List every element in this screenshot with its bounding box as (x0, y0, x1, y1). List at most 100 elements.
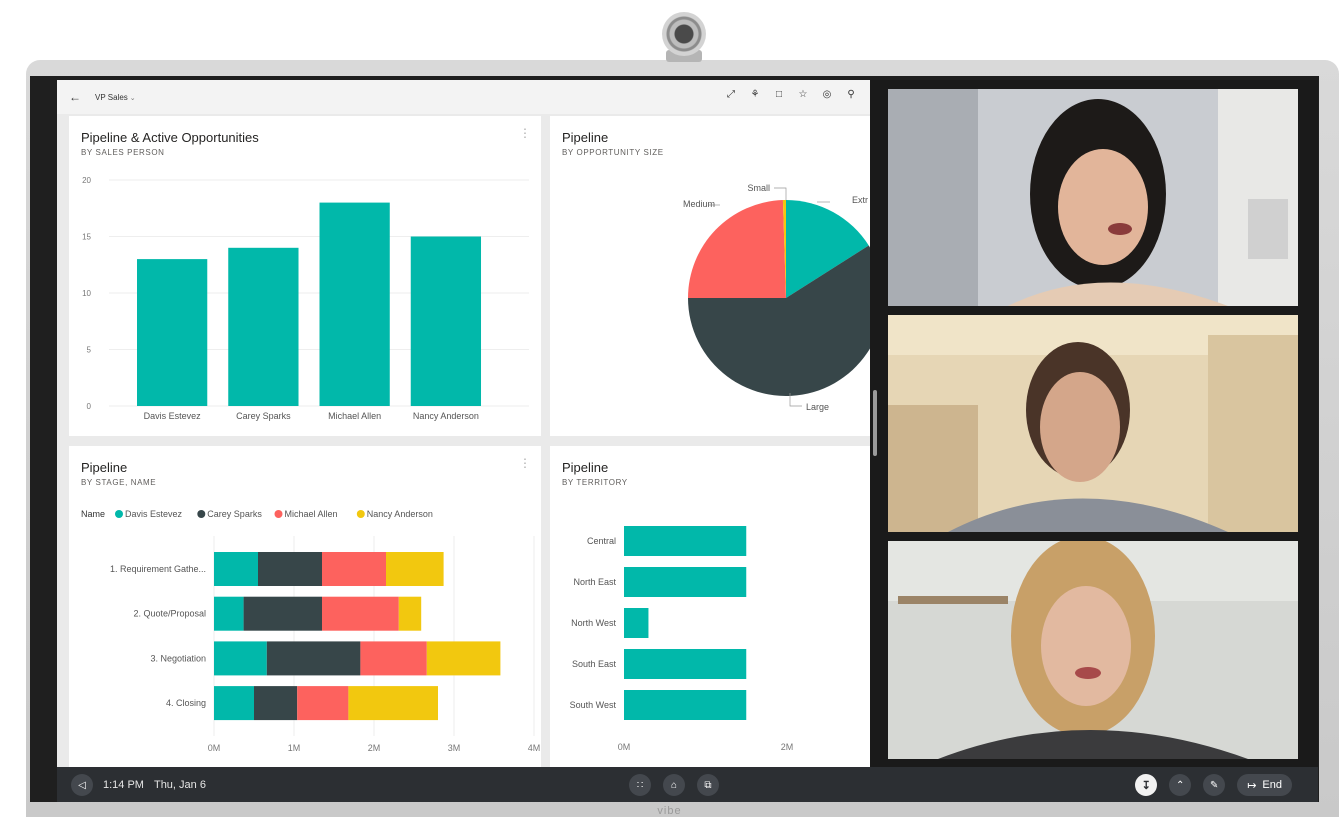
y-tick-label: North West (571, 618, 616, 628)
camera-icon (662, 12, 706, 56)
legend-title: Name (81, 509, 105, 519)
legend-swatch (274, 510, 283, 518)
home-icon[interactable]: ⌂ (663, 774, 685, 796)
bar-segment (426, 641, 501, 676)
participant-3-image (888, 541, 1298, 759)
x-tick-label: Carey Sparks (236, 411, 291, 421)
y-tick-label: North East (573, 577, 616, 587)
bar (624, 567, 747, 597)
x-tick-label: Michael Allen (328, 411, 381, 421)
bar (624, 690, 747, 720)
participant-video-2[interactable] (888, 315, 1298, 532)
bar-segment (322, 552, 386, 586)
bar-segment (214, 641, 267, 676)
bar-segment (214, 596, 244, 631)
pen-icon[interactable]: ✎ (1203, 774, 1226, 796)
legend-label: Carey Sparks (207, 509, 262, 519)
comment-icon[interactable]: □ (774, 89, 784, 100)
legend-swatch (197, 510, 206, 518)
bar-segment (398, 596, 422, 631)
expand-icon[interactable]: ⤢ (726, 89, 736, 100)
bar-segment (243, 596, 322, 631)
person-icon[interactable]: ⚲ (846, 89, 856, 100)
pie-label: Extr (852, 195, 868, 205)
bar-segment (386, 552, 444, 586)
participant-1-image (888, 89, 1298, 306)
bar (228, 247, 299, 406)
x-tick-label: 3M (448, 743, 461, 753)
y-tick-label: 15 (82, 233, 91, 242)
legend-label: Michael Allen (285, 509, 338, 519)
x-tick-label: 0M (208, 743, 221, 753)
pie-label: Large (806, 402, 829, 412)
x-tick-label: 1M (288, 743, 301, 753)
taskbar-right: ↧ ⌃ ✎ ↦ End (1135, 774, 1292, 796)
stacked-bar-chart-stage: Name Davis Estevez Carey Sparks Michael All… (81, 509, 541, 753)
taskbar-left: ◁ 1:14 PM Thu, Jan 6 (71, 774, 206, 796)
card-territory[interactable]: Pipeline BY TERRITORY Central North East N… (550, 446, 870, 767)
bar-segment (254, 686, 298, 721)
leader-line (774, 187, 787, 200)
legend-label: Davis Estevez (125, 509, 183, 519)
bar-segment (348, 686, 438, 721)
bar-segment (214, 552, 258, 586)
chevron-up-icon[interactable]: ⌃ (1169, 774, 1192, 796)
participant-video-1[interactable] (888, 89, 1298, 306)
pie-label: Medium (683, 199, 715, 209)
brand-logo: vibe (657, 805, 682, 817)
dashboard-title-label: VP Sales (95, 92, 128, 102)
pie-label: Small (747, 183, 770, 193)
triangle-left-icon[interactable]: ◁ (71, 774, 93, 796)
legend-swatch (356, 510, 365, 518)
card-opportunity-size[interactable]: Pipeline BY OPPORTUNITY SIZE Extr Large Me… (550, 116, 870, 436)
subscribe-icon[interactable]: ◎ (822, 89, 832, 100)
card-sales-person[interactable]: Pipeline & Active Opportunities BY SALES… (69, 116, 541, 436)
bar-chart-sales-person: 0 5 10 15 20 Davis Estevez Carey Sparks Michael… (82, 176, 529, 421)
windows-icon[interactable]: ⧉ (697, 774, 719, 796)
x-tick-label: 2M (781, 742, 794, 752)
bar (137, 259, 208, 406)
y-tick-label: 5 (87, 346, 92, 355)
share-icon[interactable]: ⚘ (750, 89, 760, 100)
bar-chart-territory: Central North East North West South East Sou… (570, 526, 794, 752)
favorite-icon[interactable]: ☆ (798, 89, 808, 100)
y-tick-label: 20 (82, 176, 91, 185)
bar-segment (258, 552, 322, 586)
system-taskbar: ◁ 1:14 PM Thu, Jan 6 ∷ ⌂ ⧉ ↧ ⌃ ✎ ↦ End (57, 767, 1318, 802)
bar-segment (360, 641, 427, 676)
end-call-label: End (1262, 779, 1282, 791)
y-tick-label: 2. Quote/Proposal (133, 609, 206, 619)
participant-2-image (888, 315, 1298, 532)
bar (624, 608, 649, 638)
pie-chart-opportunity-size: Extr Large Medium Small (683, 183, 870, 412)
end-call-button[interactable]: ↦ End (1237, 774, 1292, 796)
y-tick-label: Central (587, 536, 616, 546)
y-tick-label: South East (572, 659, 617, 669)
arrow-left-icon[interactable]: ← (69, 90, 83, 104)
dashboard: ← VP Sales ⌄ ⤢ ⚘ □ ☆ ◎ ⚲ Pipeline & Activ… (57, 80, 870, 767)
clock-date: Thu, Jan 6 (153, 779, 206, 791)
x-tick-label: 0M (618, 742, 631, 752)
download-icon[interactable]: ↧ (1135, 774, 1158, 796)
split-resize-handle[interactable] (873, 390, 877, 456)
chevron-down-icon: ⌄ (129, 94, 136, 102)
y-tick-label: 0 (87, 402, 92, 411)
bar (319, 202, 390, 406)
clock-time: 1:14 PM (103, 779, 144, 791)
bar (410, 236, 482, 406)
pie-slice (688, 200, 786, 298)
toolbar-icons: ⤢ ⚘ □ ☆ ◎ ⚲ (726, 89, 856, 100)
bar-segment (214, 686, 254, 721)
video-call-panel (870, 80, 1318, 767)
taskbar-center: ∷ ⌂ ⧉ (629, 774, 719, 796)
bar (624, 649, 747, 679)
participant-video-3[interactable] (888, 541, 1298, 759)
y-tick-label: 4. Closing (166, 698, 206, 708)
exit-icon: ↦ (1247, 779, 1257, 792)
y-tick-label: 10 (82, 289, 91, 298)
x-tick-label: 4M (528, 743, 541, 753)
grid-icon[interactable]: ∷ (629, 774, 651, 796)
dashboard-title[interactable]: VP Sales ⌄ (95, 93, 136, 102)
card-stage-name[interactable]: Pipeline BY STAGE, NAME ⋮ Name Davis Este… (69, 446, 541, 767)
y-tick-label: 1. Requirement Gathe... (110, 564, 206, 574)
